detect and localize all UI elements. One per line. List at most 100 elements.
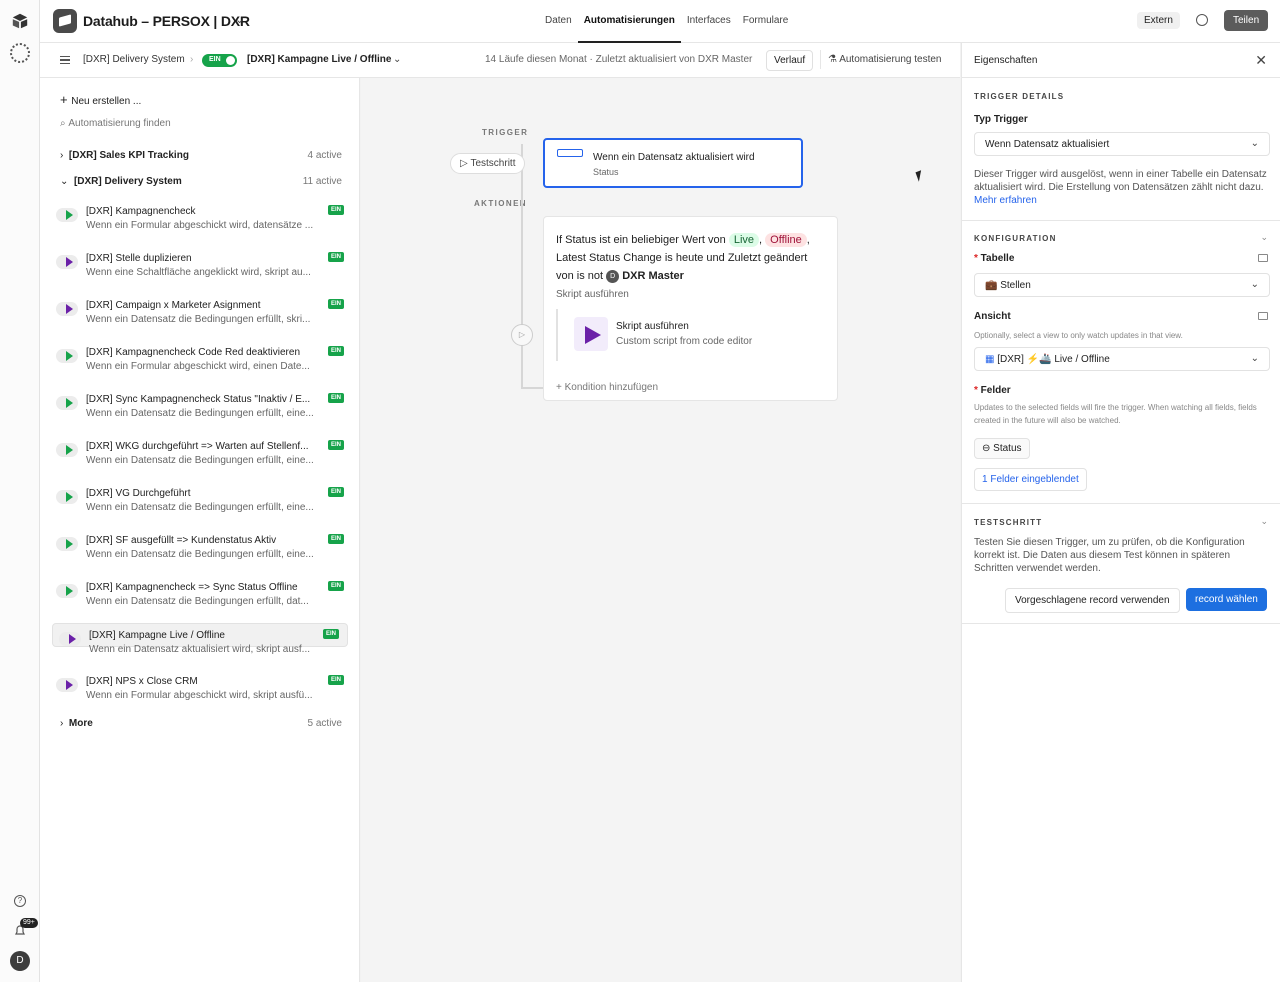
table-select[interactable]: 💼 Stellen ⌄ [974, 273, 1270, 297]
automation-name[interactable]: [DXR] Kampagne Live / Offline [247, 54, 391, 65]
divider [962, 503, 1280, 504]
add-condition-button[interactable]: + Kondition hinzufügen [556, 382, 658, 393]
list-item-description: Wenn ein Datensatz die Bedingungen erfül… [86, 596, 309, 607]
group-name: [DXR] Delivery System [73, 176, 182, 187]
list-item-description: Wenn ein Formular abgeschickt wird, date… [86, 220, 314, 231]
automation-status-icon [56, 443, 78, 457]
field-chip-status[interactable]: ⊖ Status [974, 438, 1030, 459]
list-item[interactable]: [DXR] Kampagnencheck Code Red deaktivier… [50, 341, 352, 385]
actions-section-label: AKTIONEN [474, 199, 527, 208]
script-play-icon [574, 317, 608, 351]
use-suggested-record-button[interactable]: Vorgeschlagene record verwenden [1005, 588, 1180, 613]
play-icon[interactable]: ▷ [511, 324, 533, 346]
view-select[interactable]: ▦ [DXR] ⚡️🚢 Live / Offline ⌄ [974, 347, 1270, 371]
condition-user: DXR Master [622, 270, 684, 282]
list-item-title: [DXR] Campaign x Marketer Asignment [86, 300, 261, 311]
automation-canvas: TRIGGER AKTIONEN ▷ Testschritt Wenn ein … [361, 78, 960, 982]
list-item-title: [DXR] NPS x Close CRM [86, 676, 198, 687]
flow-connector [521, 144, 523, 389]
table-value: 💼 Stellen [985, 280, 1031, 291]
tab-formulare[interactable]: Formulare [737, 0, 795, 43]
base-icon[interactable] [53, 9, 77, 33]
list-item[interactable]: [DXR] Stelle duplizieren Wenn eine Schalt… [50, 247, 352, 291]
tab-automatisierungen[interactable]: Automatisierungen [577, 0, 681, 43]
learn-more-link[interactable]: Mehr erfahren [974, 195, 1037, 206]
felder-label-text: Felder [980, 385, 1011, 396]
chevron-right-icon: › [60, 718, 69, 729]
status-badge: EIN [327, 299, 344, 309]
trigger-card[interactable]: Wenn ein Datensatz aktualisiert wird Sta… [543, 138, 803, 188]
trigger-section-label: TRIGGER [482, 128, 529, 137]
trigger-type-select[interactable]: Wenn Datensatz aktualisiert ⌄ [974, 132, 1270, 156]
condition-part: If Status ist ein beliebiger Wert von [556, 234, 726, 246]
history-button[interactable]: Verlauf [766, 50, 814, 71]
toggle-label: EIN [209, 56, 221, 63]
list-item[interactable]: [DXR] Kampagnencheck => Sync Status Offl… [50, 576, 352, 620]
close-icon[interactable]: ✕ [1255, 52, 1267, 69]
airtable-logo-icon[interactable] [11, 12, 29, 30]
list-item[interactable]: [DXR] Sync Kampagnencheck Status "Inakti… [50, 388, 352, 432]
status-badge: EIN [327, 675, 344, 685]
automation-status-icon [56, 349, 78, 363]
chevron-down-icon[interactable]: ⌄ [393, 54, 401, 65]
test-automation-label: Automatisierung testen [839, 54, 942, 65]
list-item-description: Wenn ein Datensatz die Bedingungen erfül… [86, 549, 314, 560]
list-item[interactable]: [DXR] VG Durchgeführt Wenn ein Datensatz … [50, 482, 352, 526]
automation-status-icon [56, 584, 78, 598]
group-delivery-system[interactable]: ⌄ [DXR] Delivery System 11 active [60, 176, 344, 187]
play-icon: ▷ [460, 158, 471, 169]
action-card[interactable]: If Status ist ein beliebiger Wert von Li… [543, 216, 838, 401]
avatar[interactable]: D [10, 951, 30, 971]
chevron-down-icon: ⌄ [1250, 353, 1259, 364]
test-step-button[interactable]: ▷ Testschritt [450, 153, 526, 174]
record-update-icon [557, 149, 583, 157]
list-item[interactable]: [DXR] Kampagnencheck Wenn ein Formular ab… [50, 200, 352, 244]
history-icon[interactable] [1196, 14, 1208, 26]
expand-icon[interactable] [1258, 254, 1268, 262]
user-avatar: D [606, 269, 620, 283]
group-more[interactable]: › More 5 active [60, 718, 344, 729]
script-title: Skript ausführen [616, 321, 689, 332]
felder-label: * Felder [974, 385, 1011, 396]
test-automation-button[interactable]: ⚗ Automatisierung testen [820, 50, 948, 69]
script-step[interactable]: Skript ausführen Custom script from code… [556, 309, 826, 361]
left-rail: ? 99+ D [0, 0, 40, 982]
main-nav: Daten Automatisierungen Interfaces Formu… [539, 0, 794, 43]
chevron-down-icon[interactable]: ⌄ [1260, 516, 1268, 527]
base-title[interactable]: Datahub – PERSOX | DXR [83, 13, 250, 29]
search-input[interactable]: ⌕ Automatisierung finden [60, 118, 171, 129]
properties-panel: Eigenschaften ✕ TRIGGER DETAILS Typ Trig… [961, 43, 1280, 982]
fields-shown-button[interactable]: 1 Felder eingeblendet [974, 468, 1087, 491]
group-name: More [68, 718, 93, 729]
list-item[interactable]: [DXR] WKG durchgeführt => Warten auf Ste… [50, 435, 352, 479]
list-item[interactable]: [DXR] SF ausgefüllt => Kundenstatus Akti… [50, 529, 352, 573]
automation-status-icon [59, 632, 81, 646]
extern-button[interactable]: Extern [1137, 12, 1180, 29]
status-field-icon: ⊖ [982, 443, 994, 454]
chevron-down-icon[interactable]: ⌄ [1260, 232, 1268, 243]
view-value: ▦ [DXR] ⚡️🚢 Live / Offline [985, 354, 1110, 365]
list-item[interactable]: [DXR] Kampagne Live / Offline Wenn ein Da… [52, 623, 348, 655]
automation-toggle[interactable]: EIN [202, 54, 237, 67]
new-automation-button[interactable]: + Neu erstellen ... [60, 92, 141, 107]
tab-interfaces[interactable]: Interfaces [681, 0, 737, 43]
menu-icon[interactable] [60, 56, 70, 64]
tab-daten[interactable]: Daten [539, 0, 578, 43]
expand-icon[interactable] [1258, 312, 1268, 320]
trigger-description: Dieser Trigger wird ausgelöst, wenn in e… [974, 168, 1272, 207]
list-item[interactable]: [DXR] Campaign x Marketer Asignment Wenn … [50, 294, 352, 338]
list-item[interactable]: [DXR] NPS x Close CRM Wenn ein Formular a… [50, 670, 352, 714]
chevron-down-icon[interactable]: ⌄ [235, 13, 244, 26]
group-count: 5 active [307, 718, 342, 729]
test-description: Testen Sie diesen Trigger, um zu prüfen,… [974, 537, 1245, 574]
tabelle-label: * Tabelle [974, 253, 1015, 264]
breadcrumb-group[interactable]: [DXR] Delivery System [83, 54, 185, 65]
typ-trigger-label: Typ Trigger [974, 114, 1028, 125]
share-button[interactable]: Teilen [1224, 10, 1269, 31]
help-icon[interactable]: ? [14, 895, 26, 907]
group-sales-kpi[interactable]: › [DXR] Sales KPI Tracking 4 active [60, 150, 344, 161]
choose-record-button[interactable]: record wählen [1186, 588, 1267, 611]
list-item-description: Wenn eine Schaltfläche angeklickt wird, … [86, 267, 311, 278]
test-step-label: Testschritt [470, 158, 516, 169]
automation-sidebar: + Neu erstellen ... ⌕ Automatisierung fi… [40, 78, 360, 982]
